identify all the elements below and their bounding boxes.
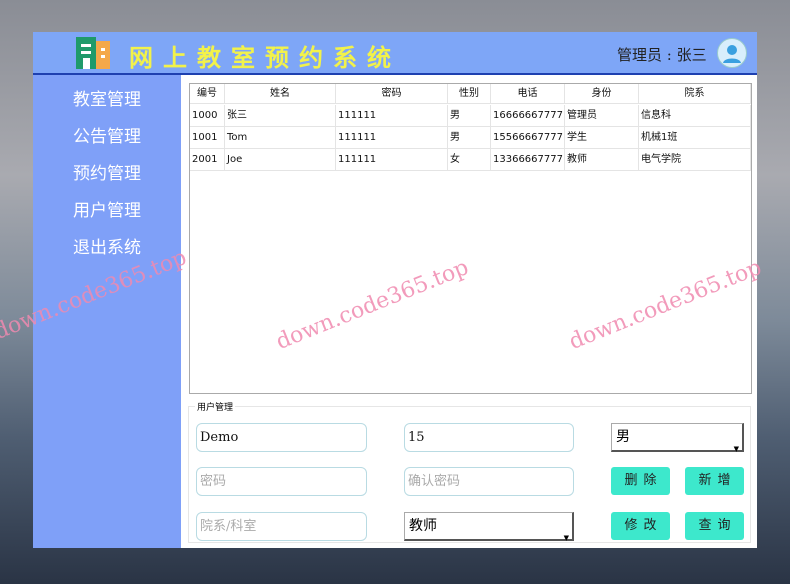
sidebar-item-booking[interactable]: 预约管理 — [73, 159, 141, 184]
add-button[interactable]: 新增 — [685, 467, 744, 495]
user-icon — [723, 45, 741, 63]
table-cell: 1001 — [190, 127, 225, 148]
user-form-group: 用户管理 Demo 15 男 ▼ 密码 确认密码 删除 新增 院系/科室 教师 ▼ … — [188, 400, 751, 543]
table-cell: 张三 — [225, 105, 336, 126]
table-cell: 机械1班 — [639, 127, 751, 148]
table-cell: 电气学院 — [639, 149, 751, 170]
table-cell: 男 — [448, 105, 491, 126]
table-row[interactable]: 1001 Tom 111111 男 15566667777 学生 机械1班 — [190, 127, 751, 149]
table-cell: 女 — [448, 149, 491, 170]
table-cell: 111111 — [336, 105, 448, 126]
table-cell: 111111 — [336, 149, 448, 170]
table-cell: Joe — [225, 149, 336, 170]
column-header[interactable]: 性别 — [448, 84, 491, 103]
app-window: 网上教室预约系统 管理员 : 张三 教室管理 公告管理 预约管理 用户管理 退出… — [33, 32, 757, 548]
table-cell: 管理员 — [565, 105, 639, 126]
sidebar-item-notice[interactable]: 公告管理 — [73, 122, 141, 147]
column-header[interactable]: 院系 — [639, 84, 751, 103]
sidebar-item-users[interactable]: 用户管理 — [73, 196, 141, 221]
column-header[interactable]: 编号 — [190, 84, 225, 103]
table-row[interactable]: 1000 张三 111111 男 16666667777 管理员 信息科 — [190, 105, 751, 127]
role-selected: 教师 — [409, 518, 437, 534]
main-panel: 编号 姓名 密码 性别 电话 身份 院系 1000 张三 111111 男 16666667777 管理… — [181, 75, 757, 548]
role-select[interactable]: 教师 ▼ — [404, 512, 574, 542]
department-input[interactable]: 院系/科室 — [196, 512, 367, 541]
sidebar-item-logout[interactable]: 退出系统 — [73, 233, 141, 258]
table-cell: 13366667777 — [491, 149, 565, 170]
table-cell: 2001 — [190, 149, 225, 170]
table-row[interactable]: 2001 Joe 111111 女 13366667777 教师 电气学院 — [190, 149, 751, 171]
column-header[interactable]: 姓名 — [225, 84, 336, 103]
query-button[interactable]: 查询 — [685, 512, 744, 540]
table-cell: 15566667777 — [491, 127, 565, 148]
admin-label: 管理员 : 张三 — [617, 46, 707, 64]
logo-building-icon — [76, 37, 110, 69]
table-cell: 男 — [448, 127, 491, 148]
group-label: 用户管理 — [195, 400, 236, 413]
table-cell: Tom — [225, 127, 336, 148]
table-cell: 教师 — [565, 149, 639, 170]
table-cell: 信息科 — [639, 105, 751, 126]
table-cell: 111111 — [336, 127, 448, 148]
confirm-password-input[interactable]: 确认密码 — [404, 467, 574, 496]
app-title: 网上教室预约系统 — [129, 43, 401, 72]
password-input[interactable]: 密码 — [196, 467, 367, 496]
column-header[interactable]: 电话 — [491, 84, 565, 103]
delete-button[interactable]: 删除 — [611, 467, 670, 495]
user-table[interactable]: 编号 姓名 密码 性别 电话 身份 院系 1000 张三 111111 男 16666667777 管理… — [189, 83, 752, 394]
table-cell: 学生 — [565, 127, 639, 148]
header: 网上教室预约系统 管理员 : 张三 — [33, 32, 757, 75]
column-header[interactable]: 身份 — [565, 84, 639, 103]
avatar[interactable] — [717, 38, 747, 68]
sidebar: 教室管理 公告管理 预约管理 用户管理 退出系统 — [33, 75, 181, 548]
dropdown-arrow-icon: ▼ — [733, 445, 739, 453]
gender-select[interactable]: 男 ▼ — [611, 423, 744, 453]
dropdown-arrow-icon: ▼ — [563, 534, 569, 542]
edit-button[interactable]: 修改 — [611, 512, 670, 540]
table-cell: 16666667777 — [491, 105, 565, 126]
column-header[interactable]: 密码 — [336, 84, 448, 103]
gender-selected: 男 — [616, 429, 630, 445]
table-cell: 1000 — [190, 105, 225, 126]
phone-input[interactable]: 15 — [404, 423, 574, 452]
table-header-row[interactable]: 编号 姓名 密码 性别 电话 身份 院系 — [190, 84, 751, 104]
name-input[interactable]: Demo — [196, 423, 367, 452]
sidebar-item-classroom[interactable]: 教室管理 — [73, 85, 141, 110]
